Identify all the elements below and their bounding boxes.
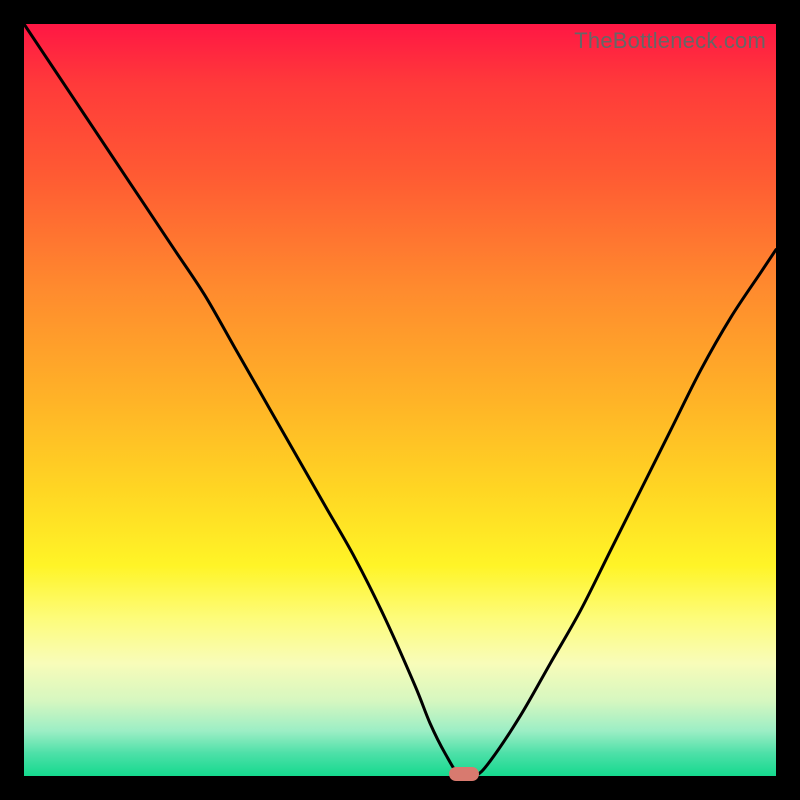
minimum-marker bbox=[449, 767, 479, 781]
chart-frame: TheBottleneck.com bbox=[0, 0, 800, 800]
bottleneck-curve bbox=[24, 24, 776, 776]
chart-plot-area: TheBottleneck.com bbox=[24, 24, 776, 776]
